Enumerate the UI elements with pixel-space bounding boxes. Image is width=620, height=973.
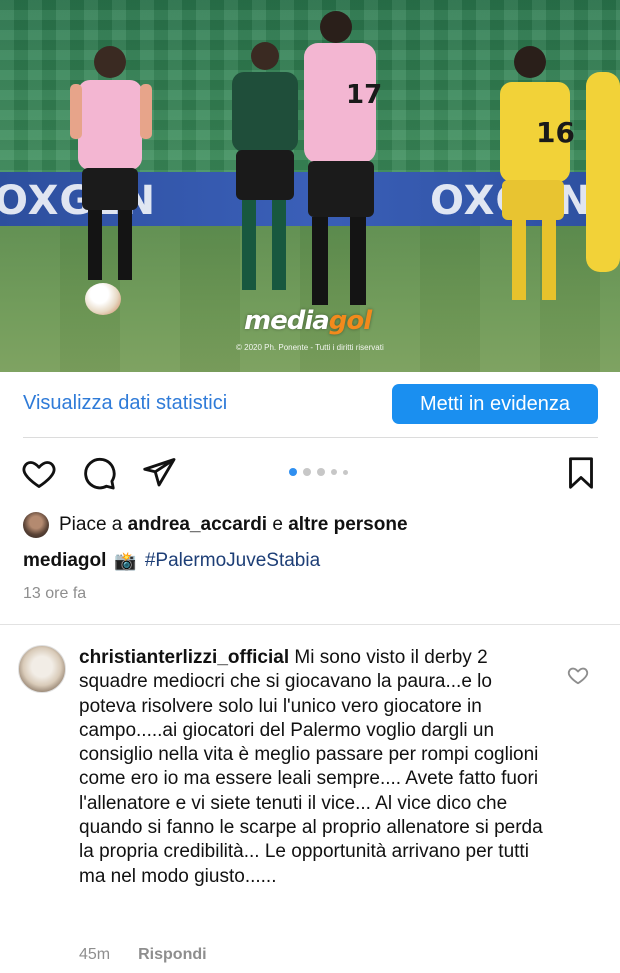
comment-icon[interactable] — [81, 455, 117, 491]
view-insights-link[interactable]: Visualizza dati statistici — [23, 392, 227, 415]
player-number-17: 17 — [346, 80, 382, 110]
likes-others[interactable]: altre persone — [288, 514, 407, 535]
comment-body: christianterlizzi_official Mi sono visto… — [79, 646, 549, 889]
comment-username[interactable]: christianterlizzi_official — [79, 647, 289, 668]
boost-post-button[interactable]: Metti in evidenza — [392, 384, 598, 424]
watermark-brand-b: gol — [328, 306, 372, 336]
post-timestamp: 13 ore fa — [23, 585, 87, 602]
caption-username[interactable]: mediagol — [23, 550, 106, 572]
bookmark-icon[interactable] — [563, 455, 599, 491]
avatar[interactable] — [23, 512, 49, 538]
caption-hashtag[interactable]: #PalermoJuveStabia — [145, 550, 320, 572]
share-icon[interactable] — [141, 455, 177, 491]
carousel-dot — [343, 469, 348, 475]
player-number-16: 16 — [536, 116, 575, 149]
football — [85, 283, 121, 315]
carousel-dot — [331, 469, 337, 475]
likes-middle: e — [267, 514, 289, 535]
reply-button[interactable]: Rispondi — [138, 946, 206, 964]
watermark-copyright: © 2020 Ph. Ponente - Tutti i diritti ris… — [236, 343, 384, 352]
player-center: 17 — [304, 11, 382, 305]
carousel-indicator — [289, 468, 348, 476]
player-right: 16 — [500, 46, 620, 300]
likes-prefix: Piace a — [59, 514, 128, 535]
caption: mediagol 📸 #PalermoJuveStabia — [23, 550, 320, 572]
liker-username[interactable]: andrea_accardi — [128, 514, 267, 535]
camera-icon: 📸 — [114, 550, 137, 571]
divider — [0, 624, 620, 625]
player-left — [70, 46, 152, 280]
divider — [23, 437, 598, 438]
comment-text: Mi sono visto il derby 2 squadre mediocr… — [79, 647, 543, 887]
likes-text: Piace a andrea_accardi e altre persone — [59, 514, 408, 536]
heart-icon[interactable] — [21, 455, 57, 491]
watermark-brand-a: media — [244, 306, 330, 336]
commenter-avatar[interactable] — [18, 645, 66, 693]
carousel-dot — [303, 468, 311, 476]
comment-timestamp: 45m — [79, 946, 111, 963]
comment-meta: 45m Rispondi — [79, 946, 207, 964]
carousel-dot — [289, 468, 297, 476]
carousel-dot — [317, 468, 325, 476]
post-photo[interactable]: OXGEN OXGEN 17 16 mediagol © 20 — [0, 0, 620, 372]
likes-row[interactable]: Piace a andrea_accardi e altre persone — [23, 511, 408, 539]
watermark-logo: mediagol — [244, 306, 372, 336]
comment-like-heart-icon[interactable] — [567, 664, 589, 686]
